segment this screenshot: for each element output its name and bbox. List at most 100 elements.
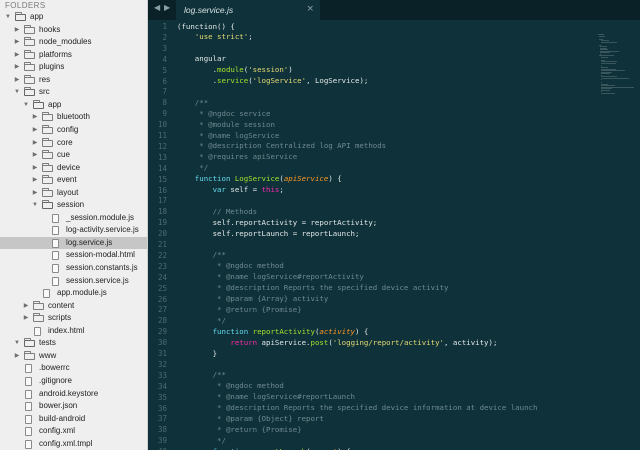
chevron-down-icon[interactable]: ▼ bbox=[31, 199, 39, 212]
code-line[interactable]: return apiService.post('logging/report/a… bbox=[177, 337, 497, 348]
minimap[interactable] bbox=[592, 20, 640, 450]
code-line[interactable]: * @name logService#reportActivity bbox=[177, 271, 364, 282]
code-line[interactable]: * @requires apiService bbox=[177, 151, 297, 162]
code-line[interactable]: * @ngdoc method bbox=[177, 260, 284, 271]
code-line[interactable]: * @param {Array} activity bbox=[177, 293, 328, 304]
tree-folder[interactable]: ▶ res bbox=[0, 74, 147, 87]
code-line[interactable]: (function() { bbox=[177, 21, 235, 32]
chevron-right-icon[interactable]: ▶ bbox=[31, 137, 39, 150]
code-line[interactable]: * @name logService#reportLaunch bbox=[177, 391, 355, 402]
tree-file[interactable]: index.html bbox=[0, 325, 147, 338]
chevron-right-icon[interactable]: ▶ bbox=[13, 350, 21, 363]
chevron-right-icon[interactable]: ▶ bbox=[31, 174, 39, 187]
tree-folder[interactable]: ▶ core bbox=[0, 137, 147, 150]
tree-folder[interactable]: ▼ app bbox=[0, 99, 147, 112]
code-line[interactable]: * @return {Promise} bbox=[177, 304, 302, 315]
code-line[interactable]: 'use strict'; bbox=[177, 31, 253, 42]
tree-file[interactable]: bower.json bbox=[0, 400, 147, 413]
code-line[interactable]: // Methods bbox=[177, 206, 258, 217]
chevron-right-icon[interactable]: ▶ bbox=[31, 162, 39, 175]
code-line[interactable]: function LogService(apiService) { bbox=[177, 173, 342, 184]
code-area[interactable]: (function() { 'use strict'; angular .mod… bbox=[177, 20, 617, 450]
code-line[interactable]: function reportLaunch(report) { bbox=[177, 446, 351, 450]
code-line[interactable]: /** bbox=[177, 249, 226, 260]
code-line[interactable]: .module('session') bbox=[177, 64, 293, 75]
code-line[interactable]: .service('logService', LogService); bbox=[177, 75, 369, 86]
code-line[interactable]: * @param {Object} report bbox=[177, 413, 324, 424]
code-line[interactable]: * @description Reports the specified dev… bbox=[177, 402, 537, 413]
tree-folder[interactable]: ▶ cue bbox=[0, 149, 147, 162]
tree-folder[interactable]: ▼ tests bbox=[0, 337, 147, 350]
tree-file[interactable]: _session.module.js bbox=[0, 212, 147, 225]
tree-folder[interactable]: ▶ node_modules bbox=[0, 36, 147, 49]
code-line[interactable]: * @ngdoc service bbox=[177, 108, 270, 119]
chevron-right-icon[interactable]: ▶ bbox=[13, 36, 21, 49]
chevron-right-icon[interactable]: ▶ bbox=[31, 111, 39, 124]
tree-file[interactable]: app.module.js bbox=[0, 287, 147, 300]
chevron-down-icon[interactable]: ▼ bbox=[4, 11, 12, 24]
chevron-right-icon[interactable]: ▶ bbox=[13, 49, 21, 62]
tree-folder[interactable]: ▶ bluetooth bbox=[0, 111, 147, 124]
chevron-down-icon[interactable]: ▼ bbox=[13, 337, 21, 350]
close-icon[interactable]: × bbox=[306, 4, 314, 14]
tree-file[interactable]: log-activity.service.js bbox=[0, 224, 147, 237]
code-line[interactable]: * @description Centralized log API metho… bbox=[177, 140, 386, 151]
chevron-right-icon[interactable]: ▶ bbox=[31, 124, 39, 137]
chevron-right-icon[interactable]: ▶ bbox=[31, 149, 39, 162]
chevron-down-icon[interactable]: ▼ bbox=[13, 86, 21, 99]
code-line[interactable]: * @ngdoc method bbox=[177, 380, 284, 391]
tree-file[interactable]: android.keystore bbox=[0, 388, 147, 401]
code-editor[interactable]: 1 2 3 4 5 6 7 8 9 10 11 12 13 14 15 16 17 18 19 20 21 22 23 24 2… bbox=[148, 20, 640, 450]
tree-file[interactable]: .gitignore bbox=[0, 375, 147, 388]
code-line[interactable]: */ bbox=[177, 162, 208, 173]
tree-folder[interactable]: ▶ layout bbox=[0, 187, 147, 200]
tree-folder[interactable]: ▼ app bbox=[0, 11, 147, 24]
code-line[interactable]: self.reportActivity = reportActivity; bbox=[177, 217, 378, 228]
tree-file[interactable]: config.xml bbox=[0, 425, 147, 438]
tree-folder[interactable]: ▶ config bbox=[0, 124, 147, 137]
tree-file[interactable]: session-modal.html bbox=[0, 249, 147, 262]
code-line[interactable]: * @name logService bbox=[177, 130, 279, 141]
tree-folder[interactable]: ▼ session bbox=[0, 199, 147, 212]
chevron-right-icon[interactable]: ▶ bbox=[13, 24, 21, 37]
code-line[interactable]: * @module session bbox=[177, 119, 275, 130]
code-line[interactable]: * @description Reports the specified dev… bbox=[177, 282, 448, 293]
chevron-right-icon[interactable]: ▶ bbox=[31, 187, 39, 200]
tree-folder[interactable]: ▶ plugins bbox=[0, 61, 147, 74]
tab-log-service[interactable]: log.service.js × bbox=[176, 0, 321, 20]
tree-folder[interactable]: ▶ scripts bbox=[0, 312, 147, 325]
tree-item-label: session.constants.js bbox=[66, 263, 138, 272]
tree-folder[interactable]: ▶ content bbox=[0, 300, 147, 313]
code-line[interactable]: angular bbox=[177, 53, 226, 64]
tree-file[interactable]: session.constants.js bbox=[0, 262, 147, 275]
chevron-right-icon[interactable]: ▶ bbox=[22, 300, 30, 313]
tree-file[interactable]: build-android bbox=[0, 413, 147, 426]
tree-folder[interactable]: ▶ hooks bbox=[0, 24, 147, 37]
tab-forward-icon[interactable]: ▶ bbox=[164, 3, 170, 12]
tree-folder[interactable]: ▶ event bbox=[0, 174, 147, 187]
tree-file[interactable]: config.xml.tmpl bbox=[0, 438, 147, 450]
chevron-down-icon[interactable]: ▼ bbox=[22, 99, 30, 112]
code-line[interactable]: function reportActivity(activity) { bbox=[177, 326, 369, 337]
tree-file[interactable]: session.service.js bbox=[0, 275, 147, 288]
code-line[interactable]: /** bbox=[177, 97, 208, 108]
tree-folder[interactable]: ▶ www bbox=[0, 350, 147, 363]
tree-folder[interactable]: ▶ device bbox=[0, 162, 147, 175]
tree-item-label: tests bbox=[39, 338, 56, 348]
tree-folder[interactable]: ▶ platforms bbox=[0, 49, 147, 62]
code-line[interactable]: * @return {Promise} bbox=[177, 424, 302, 435]
code-line[interactable]: */ bbox=[177, 315, 226, 326]
chevron-right-icon[interactable]: ▶ bbox=[13, 61, 21, 74]
code-line[interactable]: var self = this; bbox=[177, 184, 284, 195]
tree-folder[interactable]: ▼ src bbox=[0, 86, 147, 99]
chevron-right-icon[interactable]: ▶ bbox=[13, 74, 21, 87]
chevron-right-icon[interactable]: ▶ bbox=[22, 312, 30, 325]
code-line[interactable]: /** bbox=[177, 369, 226, 380]
tab-back-icon[interactable]: ◀ bbox=[154, 3, 160, 12]
code-line[interactable]: } bbox=[177, 348, 217, 359]
code-line[interactable]: self.reportLaunch = reportLaunch; bbox=[177, 228, 360, 239]
line-number: 25 bbox=[157, 283, 167, 293]
tree-file[interactable]: .bowerrc bbox=[0, 362, 147, 375]
tree-file[interactable]: log.service.js bbox=[0, 236, 147, 250]
code-line[interactable]: */ bbox=[177, 435, 226, 446]
